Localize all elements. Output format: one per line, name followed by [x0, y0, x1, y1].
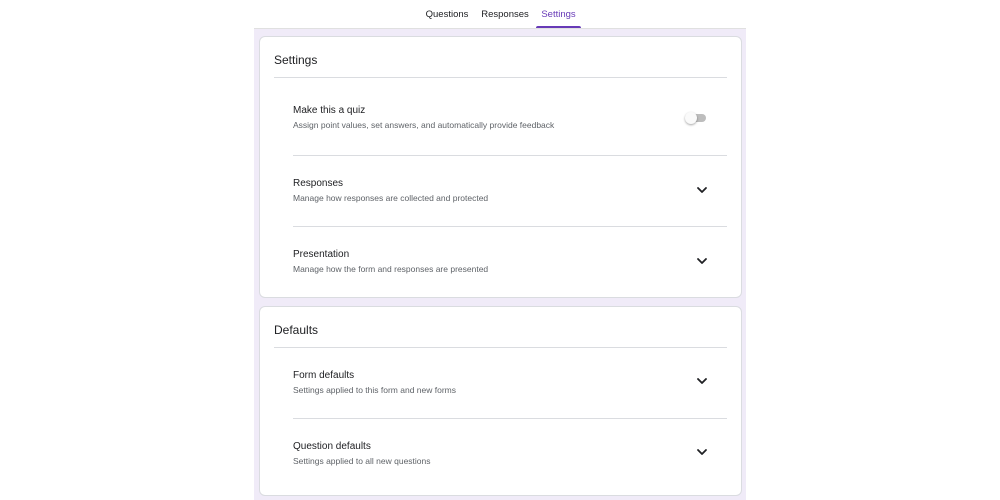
- chevron-down-icon[interactable]: [694, 182, 710, 198]
- tab-settings[interactable]: Settings: [536, 9, 581, 28]
- responses-divider: [293, 226, 727, 227]
- chevron-down-icon[interactable]: [694, 444, 710, 460]
- settings-card: Settings Make this a quiz Assign point v…: [259, 36, 742, 298]
- form-defaults-row[interactable]: Form defaults Settings applied to this f…: [293, 370, 727, 398]
- defaults-card-title: Defaults: [274, 323, 319, 337]
- quiz-toggle-thumb: [685, 112, 697, 124]
- question-defaults-row[interactable]: Question defaults Settings applied to al…: [293, 441, 727, 469]
- form-defaults-divider: [293, 418, 727, 419]
- presentation-setting-title: Presentation: [293, 249, 350, 260]
- form-defaults-title: Form defaults: [293, 370, 355, 381]
- chevron-down-icon[interactable]: [694, 253, 710, 269]
- chevron-down-icon[interactable]: [694, 373, 710, 389]
- settings-canvas: Settings Make this a quiz Assign point v…: [254, 28, 746, 500]
- defaults-card-divider: [274, 347, 727, 348]
- tab-bar: Questions Responses Settings: [0, 0, 1000, 28]
- presentation-setting-subtitle: Manage how the form and responses are pr…: [293, 264, 489, 274]
- responses-setting-title: Responses: [293, 178, 344, 189]
- tab-questions[interactable]: Questions: [420, 9, 474, 28]
- quiz-toggle[interactable]: [684, 111, 710, 125]
- defaults-card: Defaults Form defaults Settings applied …: [259, 306, 742, 496]
- responses-setting-subtitle: Manage how responses are collected and p…: [293, 193, 489, 203]
- quiz-setting-subtitle: Assign point values, set answers, and au…: [293, 120, 555, 130]
- responses-setting-row[interactable]: Responses Manage how responses are colle…: [293, 178, 727, 206]
- question-defaults-title: Question defaults: [293, 441, 371, 452]
- tab-responses-label: Responses: [481, 9, 529, 20]
- quiz-setting-title: Make this a quiz: [293, 105, 366, 116]
- tab-responses[interactable]: Responses: [478, 9, 532, 28]
- settings-card-divider: [274, 77, 727, 78]
- settings-card-title: Settings: [274, 53, 318, 67]
- presentation-setting-row[interactable]: Presentation Manage how the form and res…: [293, 249, 727, 277]
- quiz-divider: [293, 155, 727, 156]
- tab-questions-label: Questions: [425, 9, 469, 20]
- question-defaults-subtitle: Settings applied to all new questions: [293, 456, 431, 466]
- tab-settings-label: Settings: [541, 9, 576, 20]
- form-defaults-subtitle: Settings applied to this form and new fo…: [293, 385, 456, 395]
